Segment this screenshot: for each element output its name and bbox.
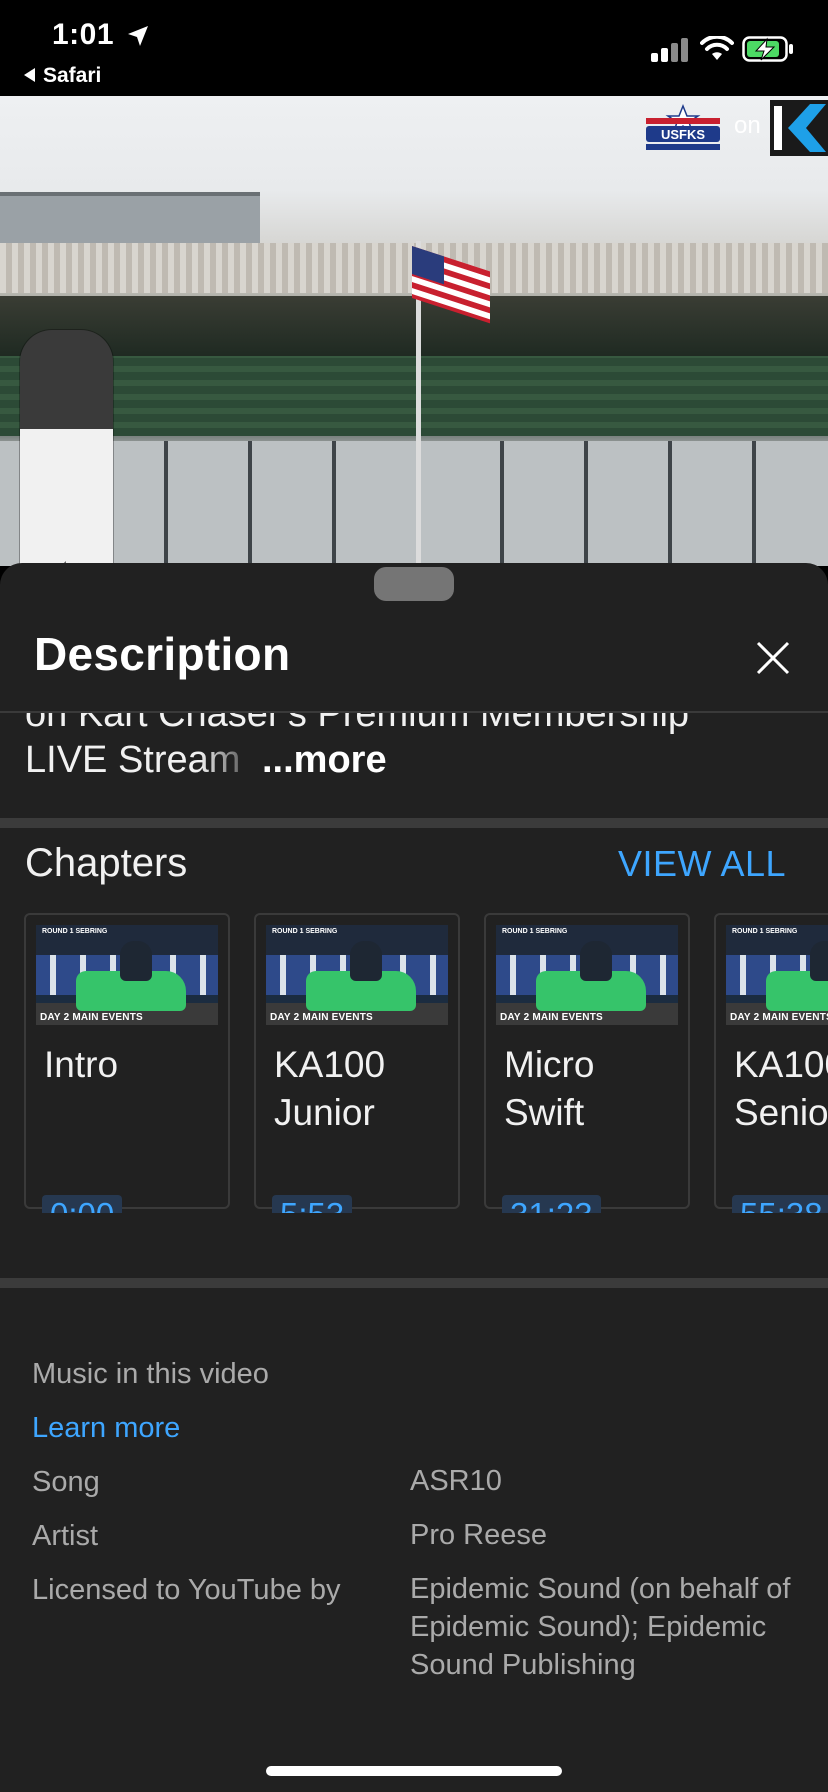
sheet-drag-handle[interactable] — [374, 567, 454, 601]
back-to-safari-button[interactable]: Safari — [24, 64, 101, 88]
kart-chaser-logo-icon — [770, 100, 828, 156]
american-flag-image — [412, 246, 490, 324]
more-button[interactable]: ...more — [262, 739, 387, 782]
battery-charging-icon — [742, 36, 793, 62]
chapter-thumbnail: ROUND 1 SEBRING DAY 2 MAIN EVENTS — [266, 925, 448, 1025]
view-all-button[interactable]: VIEW ALL — [618, 843, 786, 885]
thumb-header: ROUND 1 SEBRING — [272, 928, 338, 935]
back-triangle-icon — [24, 68, 35, 82]
logo-on-text: on — [734, 112, 761, 139]
chapter-title: KA100 Senior — [734, 1044, 828, 1133]
chapter-title: Micro Swift — [504, 1044, 595, 1133]
signal-icon — [651, 36, 691, 62]
thumb-header: ROUND 1 SEBRING — [502, 928, 568, 935]
location-arrow-icon — [128, 26, 148, 46]
video-building — [0, 441, 828, 566]
chapter-title: Intro — [44, 1044, 119, 1085]
chapter-card[interactable]: ROUND 1 SEBRING DAY 2 MAIN EVENTS KA100 … — [714, 913, 828, 1213]
chapters-carousel[interactable]: ROUND 1 SEBRING DAY 2 MAIN EVENTS Intro … — [24, 913, 828, 1213]
music-label-license: Licensed to YouTube by — [32, 1574, 341, 1606]
thumb-header: ROUND 1 SEBRING — [732, 928, 798, 935]
learn-more-link[interactable]: Learn more — [32, 1412, 180, 1445]
chapter-timestamp: 5:53 — [272, 1195, 353, 1213]
music-label-artist: Artist — [32, 1520, 99, 1552]
music-value-artist: Pro Reese — [410, 1519, 548, 1551]
thumb-header: ROUND 1 SEBRING — [42, 928, 108, 935]
thumb-caption: DAY 2 MAIN EVENTS — [40, 1012, 143, 1023]
chapter-timestamp: 55:38 — [732, 1195, 828, 1213]
music-label-song: Song — [32, 1466, 100, 1498]
video-player[interactable]: USFKS on — [0, 96, 828, 566]
thumb-caption: DAY 2 MAIN EVENTS — [730, 1012, 828, 1023]
thumb-caption: DAY 2 MAIN EVENTS — [500, 1012, 603, 1023]
chapter-title: KA100 Junior — [274, 1044, 386, 1133]
chapters-heading: Chapters — [25, 841, 188, 885]
chapter-timestamp: 0:00 — [42, 1195, 123, 1213]
chapter-card[interactable]: ROUND 1 SEBRING DAY 2 MAIN EVENTS Intro … — [24, 913, 230, 1213]
chapter-card[interactable]: ROUND 1 SEBRING DAY 2 MAIN EVENTS KA100 … — [254, 913, 460, 1213]
description-fade — [200, 733, 260, 783]
section-divider — [0, 1278, 828, 1288]
music-value-license: Epidemic Sound (on behalf of Epidemic So… — [410, 1573, 791, 1681]
wifi-icon — [700, 36, 734, 60]
thumb-caption: DAY 2 MAIN EVENTS — [270, 1012, 373, 1023]
chapter-thumbnail: ROUND 1 SEBRING DAY 2 MAIN EVENTS — [36, 925, 218, 1025]
description-line-1: on Kart Chaser's Premium Membership — [25, 713, 690, 735]
usfks-logo-icon: USFKS — [646, 104, 720, 150]
video-booth — [0, 192, 260, 244]
sheet-title: Description — [34, 628, 291, 680]
back-label: Safari — [43, 64, 102, 87]
chapter-thumbnail: ROUND 1 SEBRING DAY 2 MAIN EVENTS — [496, 925, 678, 1025]
music-heading: Music in this video — [32, 1358, 269, 1390]
section-divider — [0, 818, 828, 828]
status-time: 1:01 — [52, 18, 115, 51]
svg-text:USFKS: USFKS — [661, 127, 705, 142]
status-bar: 1:01 Safari — [0, 0, 828, 96]
video-wall — [0, 356, 828, 436]
close-icon[interactable] — [748, 633, 798, 683]
chapter-card[interactable]: ROUND 1 SEBRING DAY 2 MAIN EVENTS Micro … — [484, 913, 690, 1213]
chapter-timestamp: 31:23 — [502, 1195, 601, 1213]
home-indicator[interactable] — [266, 1766, 562, 1776]
chapter-thumbnail: ROUND 1 SEBRING DAY 2 MAIN EVENTS — [726, 925, 828, 1025]
music-value-song: ASR10 — [410, 1465, 502, 1497]
